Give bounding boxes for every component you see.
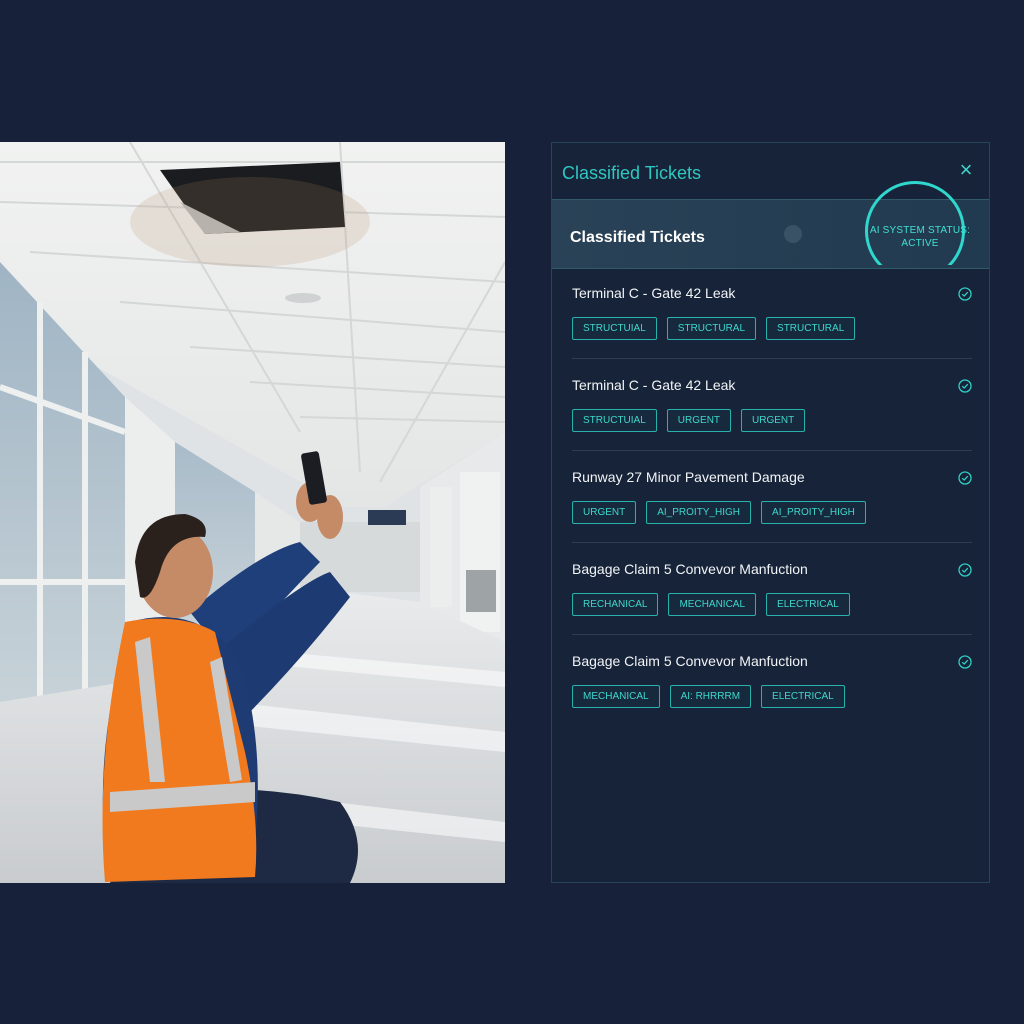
ai-status-value: ACTIVE [901,238,939,249]
check-circle-icon [958,471,972,485]
ticket-tag[interactable]: MECHANICAL [668,593,757,616]
check-circle-icon [958,379,972,393]
tickets-header: Classified Tickets AI SYSTEM STATUS: ACT… [552,181,989,269]
ticket-title: Bagage Claim 5 Convevor Manfuction [572,561,808,577]
ticket-tags: STRUCTUIAL URGENT URGENT [572,409,806,432]
header-indicator-dot [784,225,802,243]
ticket-title: Runway 27 Minor Pavement Damage [572,469,805,485]
ticket-tag[interactable]: RECHANICAL [572,593,659,616]
ticket-tag[interactable]: URGENT [572,501,637,524]
ticket-tag[interactable]: AI_PROITY_HIGH [761,501,866,524]
check-circle-icon [958,563,972,577]
ticket-title: Bagage Claim 5 Convevor Manfuction [572,653,808,669]
check-circle-icon [958,287,972,301]
ticket-tags: MECHANICAL AI: RHRRRM ELECTRICAL [572,685,845,708]
check-circle-icon [958,655,972,669]
ticket-tag[interactable]: MECHANICAL [572,685,660,708]
ticket-title: Terminal C - Gate 42 Leak [572,377,736,393]
ticket-tag[interactable]: URGENT [741,409,806,432]
ticket-list: Terminal C - Gate 42 Leak STRUCTUIAL STR… [572,267,972,726]
ticket-tag[interactable]: AI: RHRRRM [669,685,752,708]
close-icon[interactable]: × [955,159,977,181]
classified-tickets-panel: Classified Tickets × Classified Tickets … [551,142,990,883]
ticket-tag[interactable]: STRUCTUIAL [572,409,657,432]
ticket-item[interactable]: Bagage Claim 5 Convevor Manfuction MECHA… [572,635,972,726]
ticket-tags: URGENT AI_PROITY_HIGH AI_PROITY_HIGH [572,501,866,524]
ticket-item[interactable]: Terminal C - Gate 42 Leak STRUCTUIAL STR… [572,267,972,359]
inspection-photo-illustration [0,142,505,883]
ai-system-status: AI SYSTEM STATUS: ACTIVE [865,224,975,250]
header-title: Classified Tickets [570,229,705,246]
inspection-photo [0,142,505,883]
panel-title: Classified Tickets [562,163,702,183]
ticket-tag[interactable]: STRUCTUIAL [572,317,657,340]
ticket-item[interactable]: Terminal C - Gate 42 Leak STRUCTUIAL URG… [572,359,972,451]
ticket-tag[interactable]: ELECTRICAL [761,685,845,708]
ticket-tag[interactable]: URGENT [666,409,732,432]
ticket-tag[interactable]: STRUCTURAL [666,317,757,340]
ticket-tags: RECHANICAL MECHANICAL ELECTRICAL [572,593,850,616]
ticket-tag[interactable]: STRUCTURAL [766,317,856,340]
ticket-item[interactable]: Runway 27 Minor Pavement Damage URGENT A… [572,451,972,543]
ticket-item[interactable]: Bagage Claim 5 Convevor Manfuction RECHA… [572,543,972,635]
ai-status-label: AI SYSTEM STATUS: [869,225,971,236]
ticket-tag[interactable]: AI_PROITY_HIGH [646,501,752,524]
ticket-tag[interactable]: ELECTRICAL [766,593,850,616]
ticket-tags: STRUCTUIAL STRUCTURAL STRUCTURAL [572,317,856,340]
ticket-title: Terminal C - Gate 42 Leak [572,285,736,301]
